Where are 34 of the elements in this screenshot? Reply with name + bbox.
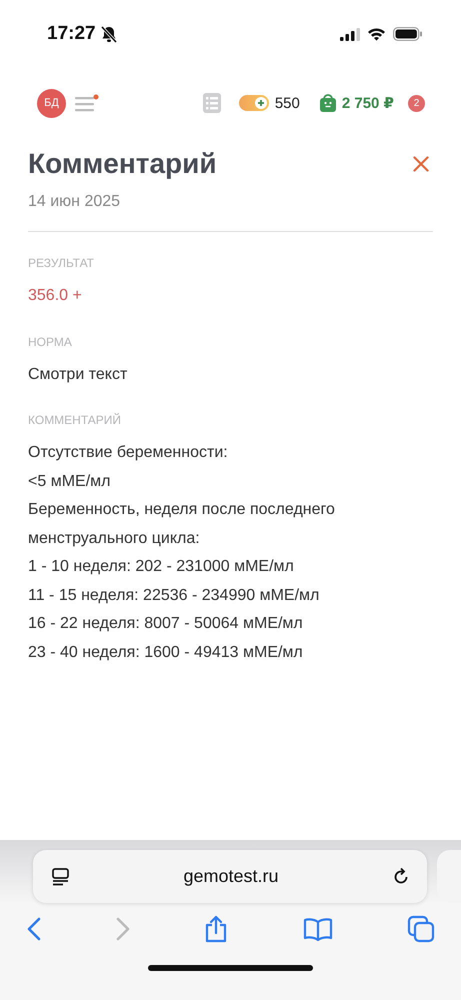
body-text: 23 - 40 неделя: 1600 - 49413 мМЕ/мл <box>28 642 304 662</box>
section-label: КОММЕНТАРИЙ <box>28 413 122 427</box>
cart-total[interactable]: 2 750 ₽ <box>342 94 394 112</box>
menu-icon[interactable] <box>75 94 99 112</box>
book-icon[interactable] <box>302 917 332 941</box>
body-text: 1 - 10 неделя: 202 - 231000 мМЕ/мл <box>28 557 295 577</box>
address-text[interactable]: gemotest.ru <box>183 866 279 887</box>
bag-icon[interactable] <box>320 94 336 112</box>
reader-icon[interactable] <box>51 866 71 886</box>
signal-icon <box>340 28 360 40</box>
close-icon[interactable] <box>413 156 429 172</box>
battery-icon <box>393 27 423 41</box>
wifi-icon <box>367 27 386 41</box>
date-text: 14 июн 2025 <box>28 193 122 211</box>
muted-bell-icon <box>100 25 118 43</box>
back-icon[interactable] <box>27 917 41 941</box>
body-text: 11 - 15 неделя: 22536 - 234990 мМЕ/мл <box>28 586 320 606</box>
avatar[interactable]: БД <box>37 88 66 118</box>
body-text: Отсутствие беременности: <box>28 443 229 463</box>
points-balance: 550 <box>274 94 300 112</box>
body-text: 16 - 22 неделя: 8007 - 50064 мМЕ/мл <box>28 614 304 634</box>
body-text: Смотри текст <box>28 364 128 384</box>
modal-title: Комментарий <box>28 148 217 180</box>
tabs-icon[interactable] <box>407 915 435 943</box>
section-label: НОРМА <box>28 334 73 348</box>
cart-count-badge: 2 <box>408 94 425 112</box>
clock-time: 17:27 <box>47 23 96 45</box>
share-icon[interactable] <box>204 915 228 943</box>
body-text: <5 мМЕ/мл <box>28 472 112 492</box>
section-label: РЕЗУЛЬТАТ <box>28 256 95 270</box>
body-text: Беременность, неделя после последнего менструального цикла: <box>28 500 336 548</box>
result-value: 356.0 + <box>28 286 83 306</box>
coin-toggle-icon[interactable] <box>238 95 269 111</box>
address-bar[interactable]: gemotest.ru <box>33 850 427 903</box>
